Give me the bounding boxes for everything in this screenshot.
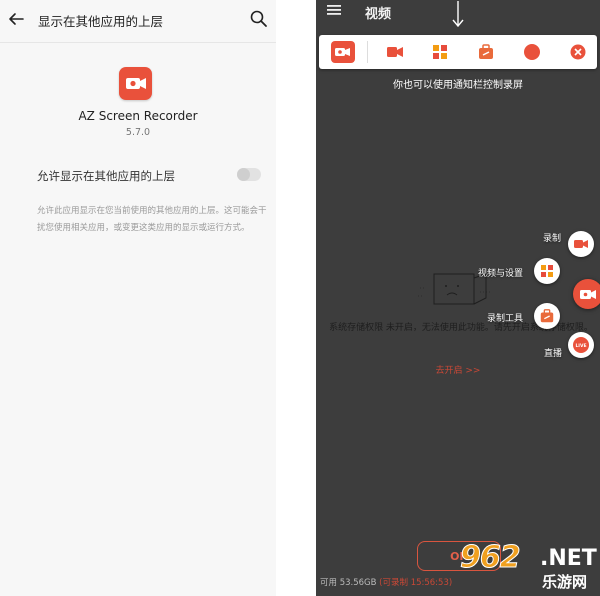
- open-permission-link[interactable]: 去开启 >>: [316, 363, 600, 376]
- storage-available: 可用 53.56GB: [320, 578, 377, 588]
- permission-error: 系统存储权限 未开启，无法使用此功能。请先开启系统存储权限。: [329, 323, 593, 333]
- watermark-site: 乐游网: [542, 573, 588, 591]
- app-logo-icon[interactable]: [331, 40, 355, 64]
- down-arrow-icon: [452, 1, 464, 28]
- toolbox-icon: [540, 309, 554, 323]
- fab-live-button[interactable]: LIVE: [568, 332, 594, 358]
- fab-label-settings: 视频与设置: [478, 269, 524, 279]
- app-icon: [119, 67, 152, 100]
- permission-description: 允许此应用显示在您当前使用的其他应用的上层。这可能会干扰您使用相关应用，或变更这…: [37, 206, 267, 233]
- screen-title: 视频: [365, 7, 392, 22]
- live-icon[interactable]: [520, 40, 544, 64]
- fab-tools-button[interactable]: [534, 303, 560, 329]
- settings-footer: [0, 536, 276, 596]
- grid-icon[interactable]: [428, 40, 452, 64]
- toggle-knob: [237, 168, 250, 181]
- fab-label-record: 录制: [543, 234, 562, 244]
- storage-info: 可用 53.56GB (可录制 15:56:53): [320, 576, 452, 588]
- svg-text:LIVE: LIVE: [575, 343, 586, 349]
- watermark-number: 962: [460, 540, 522, 576]
- app-name: AZ Screen Recorder: [78, 109, 198, 123]
- permission-label: 允许显示在其他应用的上层: [37, 169, 175, 183]
- fab-main-button[interactable]: [573, 279, 600, 309]
- menu-icon[interactable]: [326, 3, 342, 17]
- fab-label-tools: 录制工具: [487, 314, 524, 324]
- site-watermark: 962 .NET 乐游网: [460, 540, 600, 596]
- permission-toggle[interactable]: [237, 168, 261, 181]
- panel-divider: [276, 0, 316, 596]
- record-icon[interactable]: [383, 40, 407, 64]
- notification-hint: 你也可以使用通知栏控制录屏: [393, 80, 523, 91]
- live-icon: LIVE: [573, 337, 589, 353]
- storage-record-time: (可录制 15:56:53): [379, 578, 453, 588]
- fab-label-live: 直播: [544, 349, 563, 359]
- grid-icon: [541, 265, 553, 277]
- fab-record-button[interactable]: [568, 231, 594, 257]
- settings-panel: 显示在其他应用的上层 AZ Screen Recorder 5.7.0 允许显示…: [0, 0, 276, 596]
- fab-settings-button[interactable]: [534, 258, 560, 284]
- floating-toolbar: [319, 35, 597, 69]
- camera-icon: [580, 290, 596, 299]
- toolbox-icon[interactable]: [474, 40, 498, 64]
- search-icon[interactable]: [248, 8, 270, 30]
- record-icon: [574, 240, 588, 248]
- watermark-suffix: .NET: [540, 546, 597, 571]
- page-title: 显示在其他应用的上层: [38, 14, 164, 29]
- recorder-screen: 视频 你也可以使用通知栏控制录屏 系统存储权限 未开启，无法使用此功能。请先开启…: [316, 0, 600, 596]
- settings-header: 显示在其他应用的上层: [0, 0, 276, 43]
- close-icon[interactable]: [566, 40, 590, 64]
- app-version: 5.7.0: [125, 127, 151, 138]
- back-arrow-icon[interactable]: [6, 9, 26, 29]
- toolbar-separator: [367, 41, 368, 63]
